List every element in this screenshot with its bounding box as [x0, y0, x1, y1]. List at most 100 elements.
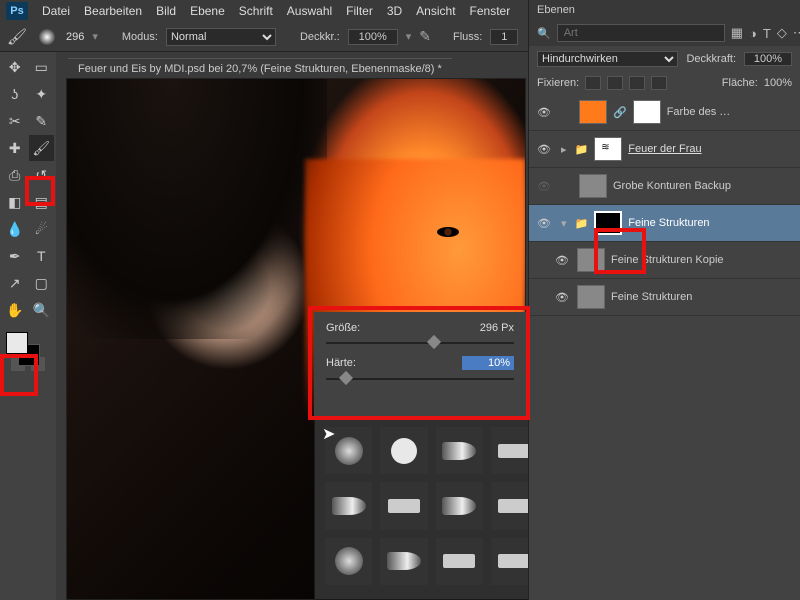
- layer-thumb[interactable]: [579, 100, 607, 124]
- layer-row[interactable]: 👁 Grobe Konturen Backup: [529, 168, 800, 205]
- layer-name[interactable]: Farbe des …: [667, 106, 731, 118]
- path-tool[interactable]: ↗: [2, 270, 28, 296]
- layer-thumb[interactable]: [579, 174, 607, 198]
- visibility-toggle[interactable]: 👁: [553, 254, 571, 267]
- layer-name[interactable]: Feine Strukturen Kopie: [611, 254, 724, 266]
- group-toggle-icon[interactable]: ▾: [561, 217, 567, 230]
- brush-hardness-value[interactable]: 10%: [462, 356, 514, 370]
- layer-mask-thumb[interactable]: [633, 100, 661, 124]
- layer-name[interactable]: Feine Strukturen: [611, 291, 692, 303]
- filter-image-icon[interactable]: ▦: [731, 25, 743, 41]
- layers-tab[interactable]: Ebenen: [529, 0, 800, 20]
- brush-preset[interactable]: [380, 538, 427, 585]
- layer-name[interactable]: Grobe Konturen Backup: [613, 180, 731, 192]
- blur-tool[interactable]: 💧: [2, 216, 28, 242]
- wand-tool[interactable]: ✦: [29, 81, 55, 107]
- flow-value[interactable]: 1: [490, 29, 518, 45]
- lock-label: Fixieren:: [537, 77, 579, 89]
- layer-thumb[interactable]: [577, 285, 605, 309]
- layer-blend-mode[interactable]: Hindurchwirken: [537, 51, 678, 67]
- tool-preset-icon[interactable]: 🖌: [6, 26, 28, 48]
- document-tab[interactable]: Feuer und Eis by MDI.psd bei 20,7% (Fein…: [68, 58, 452, 79]
- filter-text-icon[interactable]: T: [763, 26, 771, 41]
- visibility-toggle[interactable]: 👁: [535, 106, 553, 119]
- layer-thumb[interactable]: [577, 248, 605, 272]
- group-toggle-icon[interactable]: ▸: [561, 143, 567, 156]
- history-brush-tool[interactable]: ↺: [29, 162, 55, 188]
- visibility-toggle[interactable]: 👁: [535, 180, 553, 193]
- layer-opacity-value[interactable]: 100%: [744, 52, 792, 66]
- filter-shape-icon[interactable]: ◇: [777, 25, 787, 41]
- layer-row-selected[interactable]: 👁 ▾ 📁 Feine Strukturen: [529, 205, 800, 242]
- color-swatches[interactable]: [2, 330, 54, 370]
- blend-mode-select[interactable]: Normal: [166, 28, 276, 46]
- pressure-opacity-icon[interactable]: ✎: [419, 28, 431, 45]
- brush-preset[interactable]: [380, 482, 427, 529]
- brush-preset[interactable]: [380, 427, 427, 474]
- pen-tool[interactable]: ✒: [2, 243, 28, 269]
- menu-schrift[interactable]: Schrift: [239, 4, 273, 18]
- eraser-tool[interactable]: ◧: [2, 189, 28, 215]
- visibility-toggle[interactable]: 👁: [553, 291, 571, 304]
- gradient-tool[interactable]: ▤: [29, 189, 55, 215]
- flow-label: Fluss:: [453, 31, 482, 43]
- marquee-tool[interactable]: ▭: [29, 54, 55, 80]
- lasso-tool[interactable]: ʖ: [2, 81, 28, 107]
- layer-mask-thumb[interactable]: ≋: [594, 137, 622, 161]
- stamp-tool[interactable]: ⎙: [2, 162, 28, 188]
- zoom-tool[interactable]: 🔍: [29, 297, 55, 323]
- filter-fx-icon[interactable]: ⋯: [793, 25, 800, 41]
- shape-tool[interactable]: ▢: [29, 270, 55, 296]
- brush-preset[interactable]: [436, 482, 483, 529]
- brush-size-display[interactable]: 296: [66, 31, 84, 43]
- layer-row[interactable]: 👁 Feine Strukturen Kopie: [529, 242, 800, 279]
- layer-row[interactable]: 👁 Feine Strukturen: [529, 279, 800, 316]
- dodge-tool[interactable]: ☄: [29, 216, 55, 242]
- brush-preset[interactable]: [325, 538, 372, 585]
- brush-tool[interactable]: 🖌: [29, 135, 55, 161]
- brush-preset[interactable]: [325, 482, 372, 529]
- eyedropper-tool[interactable]: ✎: [29, 108, 55, 134]
- brush-size-slider[interactable]: [326, 336, 514, 350]
- filter-adjust-icon[interactable]: ◑: [749, 26, 757, 41]
- menu-datei[interactable]: Datei: [42, 4, 70, 18]
- menu-fenster[interactable]: Fenster: [470, 4, 511, 18]
- type-tool[interactable]: T: [29, 243, 55, 269]
- move-tool[interactable]: ✥: [2, 54, 28, 80]
- menu-ansicht[interactable]: Ansicht: [416, 4, 455, 18]
- crop-tool[interactable]: ✂: [2, 108, 28, 134]
- brush-hardness-slider[interactable]: [326, 372, 514, 386]
- heal-tool[interactable]: ✚: [2, 135, 28, 161]
- layer-fill-value[interactable]: 100%: [764, 77, 792, 89]
- layer-name[interactable]: Feuer der Frau: [628, 143, 701, 155]
- brush-size-value[interactable]: 296 Px: [462, 322, 514, 334]
- visibility-toggle[interactable]: 👁: [535, 217, 553, 230]
- hand-tool[interactable]: ✋: [2, 297, 28, 323]
- layer-opacity-label: Deckkraft:: [686, 53, 736, 65]
- foreground-color[interactable]: [6, 332, 28, 354]
- menu-filter[interactable]: Filter: [346, 4, 373, 18]
- menu-3d[interactable]: 3D: [387, 4, 402, 18]
- layer-filter-input[interactable]: [557, 24, 725, 42]
- layer-mask-thumb[interactable]: [594, 211, 622, 235]
- layer-name[interactable]: Feine Strukturen: [628, 217, 709, 229]
- menu-bild[interactable]: Bild: [156, 4, 176, 18]
- opacity-label: Deckkr.:: [300, 31, 340, 43]
- brush-preset[interactable]: [325, 427, 372, 474]
- brush-preset[interactable]: [436, 538, 483, 585]
- menu-ebene[interactable]: Ebene: [190, 4, 225, 18]
- menu-bearbeiten[interactable]: Bearbeiten: [84, 4, 142, 18]
- layer-row[interactable]: 👁 🔗 Farbe des …: [529, 94, 800, 131]
- brush-preview[interactable]: [36, 26, 58, 48]
- brush-hardness-label: Härte:: [326, 357, 356, 369]
- layer-row[interactable]: 👁 ▸ 📁 ≋ Feuer der Frau: [529, 131, 800, 168]
- lock-position-icon[interactable]: [629, 76, 645, 90]
- lock-transparency-icon[interactable]: [585, 76, 601, 90]
- folder-icon: 📁: [575, 143, 589, 156]
- lock-all-icon[interactable]: [651, 76, 667, 90]
- lock-pixels-icon[interactable]: [607, 76, 623, 90]
- opacity-value[interactable]: 100%: [348, 29, 398, 45]
- brush-preset[interactable]: [436, 427, 483, 474]
- visibility-toggle[interactable]: 👁: [535, 143, 553, 156]
- menu-auswahl[interactable]: Auswahl: [287, 4, 332, 18]
